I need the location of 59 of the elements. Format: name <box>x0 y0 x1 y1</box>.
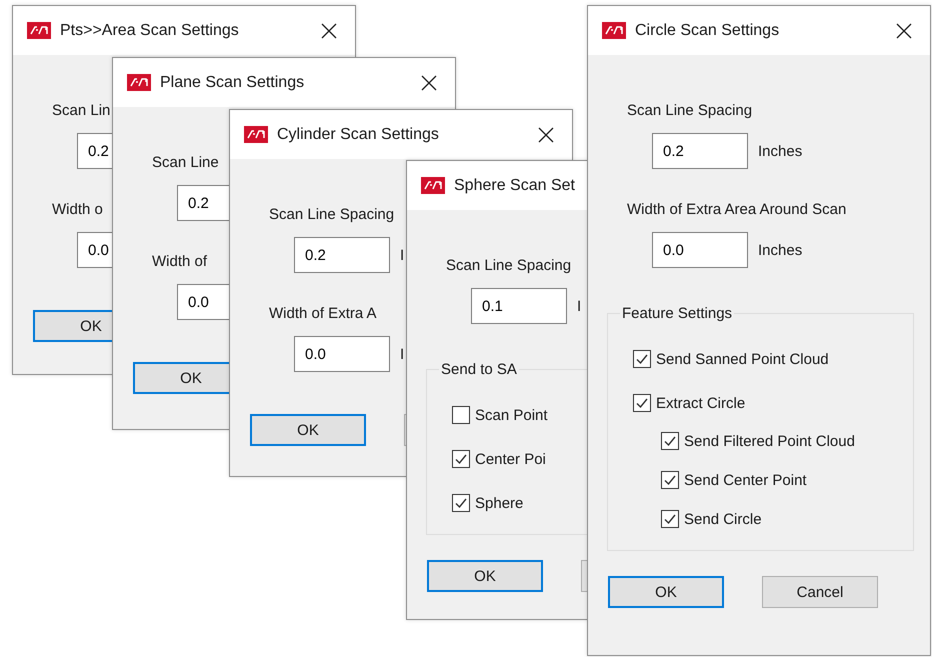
unit-label: I <box>400 346 404 362</box>
logo-icon <box>27 22 51 39</box>
checkbox[interactable] <box>661 432 679 450</box>
checkbox[interactable] <box>661 510 679 528</box>
checkbox[interactable] <box>452 406 470 424</box>
logo-icon <box>127 74 151 91</box>
close-icon[interactable] <box>421 74 437 90</box>
cancel-button[interactable]: Cancel <box>762 576 878 608</box>
unit-label: Inches <box>758 142 802 160</box>
group-title: Feature Settings <box>620 304 734 324</box>
checkbox[interactable] <box>452 494 470 512</box>
checkmark-icon <box>663 434 677 448</box>
input-field[interactable]: 0.1 <box>471 288 567 324</box>
checkbox-label[interactable]: Extract Circle <box>656 394 746 412</box>
ok-button[interactable]: OK <box>250 414 366 446</box>
checkbox[interactable] <box>661 471 679 489</box>
checkmark-icon <box>635 396 649 410</box>
unit-label: I <box>400 246 404 264</box>
checkbox-label[interactable]: Scan Point <box>475 406 548 424</box>
checkmark-icon <box>663 512 677 526</box>
logo-icon <box>421 177 445 194</box>
input-field[interactable]: 0.2 <box>294 237 390 273</box>
checkmark-icon <box>454 496 468 510</box>
close-icon[interactable] <box>321 22 337 38</box>
window-title: Sphere Scan Set <box>454 176 576 194</box>
input-field[interactable]: 0.0 <box>652 232 748 268</box>
field-label: Width of <box>152 252 208 272</box>
field-label: Scan Line Spacing <box>446 256 572 276</box>
input-field[interactable]: 0.0 <box>294 336 390 372</box>
checkmark-icon <box>454 452 468 466</box>
checkbox-label[interactable]: Sphere <box>475 494 524 512</box>
checkbox-label[interactable]: Center Poi <box>475 450 546 468</box>
checkbox-label[interactable]: Send Sanned Point Cloud <box>656 350 829 368</box>
field-label: Scan Line <box>152 153 219 173</box>
checkbox[interactable] <box>633 350 651 368</box>
ok-button[interactable]: OK <box>427 560 543 592</box>
checkmark-icon <box>663 473 677 487</box>
window-title: Cylinder Scan Settings <box>277 126 440 144</box>
window-title: Pts>>Area Scan Settings <box>60 22 240 40</box>
ok-button[interactable]: OK <box>608 576 724 608</box>
close-icon[interactable] <box>538 126 554 142</box>
logo-icon <box>244 126 268 143</box>
close-icon[interactable] <box>896 22 912 38</box>
field-label: Width of Extra Area Around Scan <box>627 200 846 220</box>
unit-label: Inches <box>758 242 802 258</box>
checkbox[interactable] <box>633 394 651 412</box>
logo-icon <box>602 22 626 39</box>
window-title: Plane Scan Settings <box>160 74 306 92</box>
unit-label: I <box>577 298 582 314</box>
checkbox[interactable] <box>452 450 470 468</box>
input-field[interactable]: 0.2 <box>652 133 748 169</box>
checkbox-label[interactable]: Send Filtered Point Cloud <box>684 432 855 450</box>
window-title: Circle Scan Settings <box>635 22 780 40</box>
field-label: Scan Lin <box>52 101 110 121</box>
field-label: Scan Line Spacing <box>627 101 752 121</box>
field-label: Width o <box>52 200 103 220</box>
checkbox-label[interactable]: Send Center Point <box>684 472 807 488</box>
checkbox-label[interactable]: Send Circle <box>684 510 762 528</box>
checkmark-icon <box>635 352 649 366</box>
